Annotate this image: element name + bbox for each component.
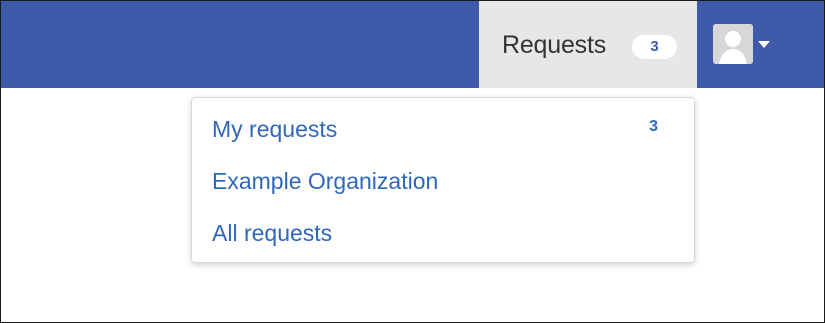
requests-menu-button[interactable]: Requests 3 [479, 1, 697, 88]
menu-item-my-requests[interactable]: My requests 3 [192, 108, 694, 150]
user-menu-button[interactable] [713, 24, 771, 64]
menu-item-label: My requests [212, 116, 338, 142]
requests-dropdown-menu: My requests 3 Example Organization All r… [191, 97, 695, 263]
page-frame: Requests 3 My requests 3 Example Organiz… [0, 0, 825, 323]
menu-item-all-requests[interactable]: All requests [192, 212, 694, 254]
top-navbar: Requests 3 [1, 1, 824, 88]
menu-item-label: All requests [212, 220, 333, 246]
user-avatar-icon[interactable] [713, 24, 753, 64]
chevron-down-icon[interactable] [758, 41, 770, 48]
menu-item-example-organization[interactable]: Example Organization [192, 160, 694, 202]
requests-count-badge: 3 [632, 35, 677, 59]
menu-item-count: 3 [649, 118, 658, 135]
menu-item-label: Example Organization [212, 168, 439, 194]
requests-label: Requests [502, 31, 607, 59]
